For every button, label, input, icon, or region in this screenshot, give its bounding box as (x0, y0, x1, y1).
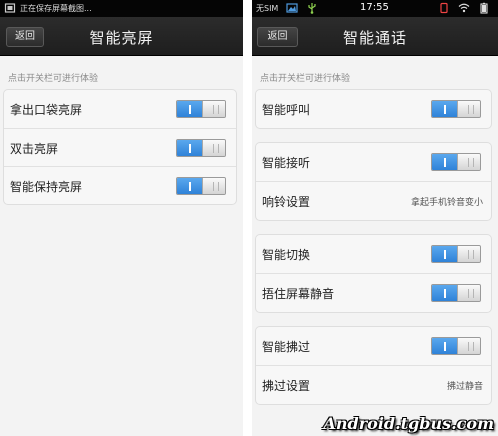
status-bar: 无SIM 17:55 (252, 0, 498, 17)
watermark: Android.tgbus.com (323, 414, 495, 433)
setting-row-smart-call[interactable]: 智能呼叫 (256, 90, 491, 128)
clock-text: 17:55 (360, 2, 389, 13)
settings-content: 点击开关栏可进行体验 智能呼叫 智能接听 响铃设置 拿起手机铃音变小 智能切换 … (252, 56, 498, 436)
setting-row-smart-switch[interactable]: 智能切换 (256, 235, 491, 273)
setting-row-pocket-wake[interactable]: 拿出口袋亮屏 (4, 90, 236, 128)
setting-label: 拂过设置 (262, 379, 311, 393)
setting-row-swipe-settings[interactable]: 拂过设置 拂过静音 (256, 365, 491, 403)
left-phone-screen: 正在保存屏幕截图... 返回 智能亮屏 点击开关栏可进行体验 拿出口袋亮屏 双击… (0, 0, 243, 436)
settings-group-smart-switch: 智能切换 捂住屏幕静音 (255, 234, 492, 313)
setting-row-ring-settings[interactable]: 响铃设置 拿起手机铃音变小 (256, 181, 491, 219)
settings-group: 拿出口袋亮屏 双击亮屏 智能保持亮屏 (3, 89, 237, 205)
settings-content: 点击开关栏可进行体验 拿出口袋亮屏 双击亮屏 智能保持亮屏 (0, 56, 243, 436)
status-notification-text: 正在保存屏幕截图... (20, 4, 92, 13)
screenshot-icon (4, 3, 16, 13)
cover-mute-toggle[interactable] (431, 284, 481, 302)
setting-label: 拿出口袋亮屏 (10, 103, 83, 117)
setting-label: 智能切换 (262, 248, 311, 262)
pocket-wake-toggle[interactable] (176, 100, 226, 118)
title-bar: 返回 智能亮屏 (0, 17, 243, 56)
settings-group-smart-call: 智能呼叫 (255, 89, 492, 129)
hint-text: 点击开关栏可进行体验 (8, 74, 99, 84)
setting-row-smart-stay[interactable]: 智能保持亮屏 (4, 166, 236, 204)
usb-icon (308, 3, 316, 14)
setting-label: 智能接听 (262, 156, 311, 170)
smart-answer-toggle[interactable] (431, 153, 481, 171)
setting-label: 双击亮屏 (10, 142, 59, 156)
setting-value: 拿起手机铃音变小 (410, 198, 483, 208)
setting-value: 拂过静音 (446, 382, 483, 392)
carrier-text: 无SIM (256, 4, 279, 13)
hint-text: 点击开关栏可进行体验 (260, 74, 351, 84)
setting-row-smart-swipe[interactable]: 智能拂过 (256, 327, 491, 365)
setting-label: 智能拂过 (262, 340, 311, 354)
status-bar: 正在保存屏幕截图... (0, 0, 243, 17)
settings-group-smart-swipe: 智能拂过 拂过设置 拂过静音 (255, 326, 492, 405)
smart-call-toggle[interactable] (431, 100, 481, 118)
alarm-icon (440, 2, 448, 14)
setting-row-double-tap-wake[interactable]: 双击亮屏 (4, 128, 236, 166)
screenshot-comparison: 正在保存屏幕截图... 返回 智能亮屏 点击开关栏可进行体验 拿出口袋亮屏 双击… (0, 0, 498, 436)
right-phone-screen: 无SIM 17:55 返回 智能通话 点击开关栏可进行体验 智能呼叫 智能接听 … (252, 0, 498, 436)
setting-label: 智能保持亮屏 (10, 180, 83, 194)
smart-stay-toggle[interactable] (176, 177, 226, 195)
wifi-icon (458, 3, 470, 13)
battery-icon (480, 2, 488, 14)
settings-group-smart-answer: 智能接听 响铃设置 拿起手机铃音变小 (255, 142, 492, 221)
setting-label: 智能呼叫 (262, 103, 311, 117)
page-title: 智能通话 (342, 29, 407, 47)
title-bar: 返回 智能通话 (252, 17, 498, 56)
page-title: 智能亮屏 (89, 29, 154, 47)
setting-label: 捂住屏幕静音 (262, 287, 335, 301)
double-tap-wake-toggle[interactable] (176, 139, 226, 157)
setting-row-cover-mute[interactable]: 捂住屏幕静音 (256, 273, 491, 311)
setting-label: 响铃设置 (262, 195, 311, 209)
smart-swipe-toggle[interactable] (431, 337, 481, 355)
gallery-icon (286, 3, 298, 13)
setting-row-smart-answer[interactable]: 智能接听 (256, 143, 491, 181)
smart-switch-toggle[interactable] (431, 245, 481, 263)
